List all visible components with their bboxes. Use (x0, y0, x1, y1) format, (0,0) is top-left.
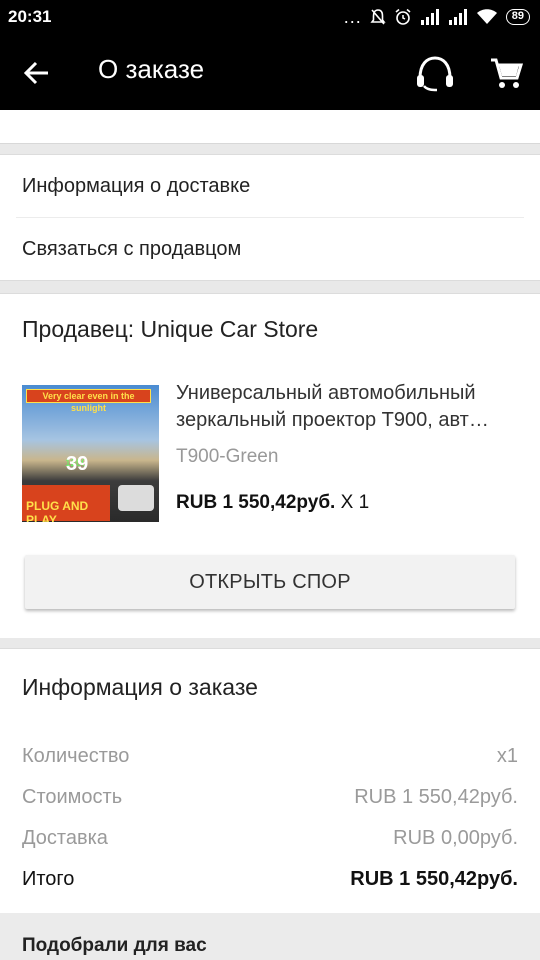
recommendations-section: Подобрали для вас (0, 913, 540, 960)
product-qty: X 1 (335, 492, 370, 513)
battery-indicator: 89 (505, 9, 530, 25)
status-bar: 20:31 ... 89 (0, 0, 540, 34)
status-time: 20:31 (8, 7, 52, 26)
row-value: RUB 0,00руб. (393, 827, 518, 849)
product-name[interactable]: Универсальный автомобильный зеркальный п… (176, 380, 521, 434)
row-value: x1 (496, 745, 518, 767)
notification-dots: ... (343, 7, 362, 27)
quantity-row: Количество x1 (22, 745, 518, 768)
status-icons: ... 89 (344, 8, 530, 26)
bell-off-icon (370, 9, 386, 25)
image-hud-speed: 39 (66, 453, 89, 475)
product-price: RUB 1 550,42руб. (176, 492, 336, 513)
delivery-row: Доставка RUB 0,00руб. (22, 827, 518, 850)
image-banner-text: Very clear even in the sunlight (26, 389, 151, 413)
contact-seller-link[interactable]: Связаться с продавцом (0, 218, 540, 281)
product-price-line: RUB 1 550,42руб. X 1 (176, 492, 369, 514)
page-title: О заказе (98, 54, 205, 84)
delivery-info-link[interactable]: Информация о доставке (16, 155, 524, 218)
product-image[interactable]: Very clear even in the sunlight 1200 39 … (22, 385, 159, 522)
row-label: Итого (22, 868, 75, 890)
product-variant: T900-Green (176, 446, 279, 467)
row-label: Количество (22, 745, 130, 767)
order-links: Информация о доставке Связаться с продав… (0, 154, 540, 281)
wifi-icon (476, 9, 497, 24)
seller-section: Продавец: Unique Car Store Very clear ev… (0, 293, 540, 638)
row-value: RUB 1 550,42руб. (350, 868, 518, 890)
open-dispute-button[interactable]: ОТКРЫТЬ СПОР (25, 555, 515, 609)
app-bar: О заказе (0, 34, 540, 110)
image-tag: PLUG AND PLAY (22, 485, 110, 522)
cost-row: Стоимость RUB 1 550,42руб. (22, 786, 518, 809)
alarm-clock-icon (395, 8, 411, 25)
total-row: Итого RUB 1 550,42руб. (22, 868, 518, 891)
row-value: RUB 1 550,42руб. (354, 786, 518, 808)
row-label: Стоимость (22, 786, 123, 808)
headset-icon[interactable] (413, 54, 457, 94)
order-info-section: Информация о заказе Количество x1 Стоимо… (0, 648, 540, 913)
order-info-title: Информация о заказе (22, 674, 258, 700)
cart-icon[interactable] (488, 55, 524, 91)
row-label: Доставка (22, 827, 108, 849)
signal-icon-2 (448, 9, 467, 25)
top-strip (0, 110, 540, 144)
arrow-left-icon[interactable] (22, 58, 52, 88)
image-device (118, 485, 154, 511)
seller-title[interactable]: Продавец: Unique Car Store (22, 316, 318, 343)
signal-icon (420, 9, 439, 25)
recommendations-title: Подобрали для вас (22, 935, 207, 956)
